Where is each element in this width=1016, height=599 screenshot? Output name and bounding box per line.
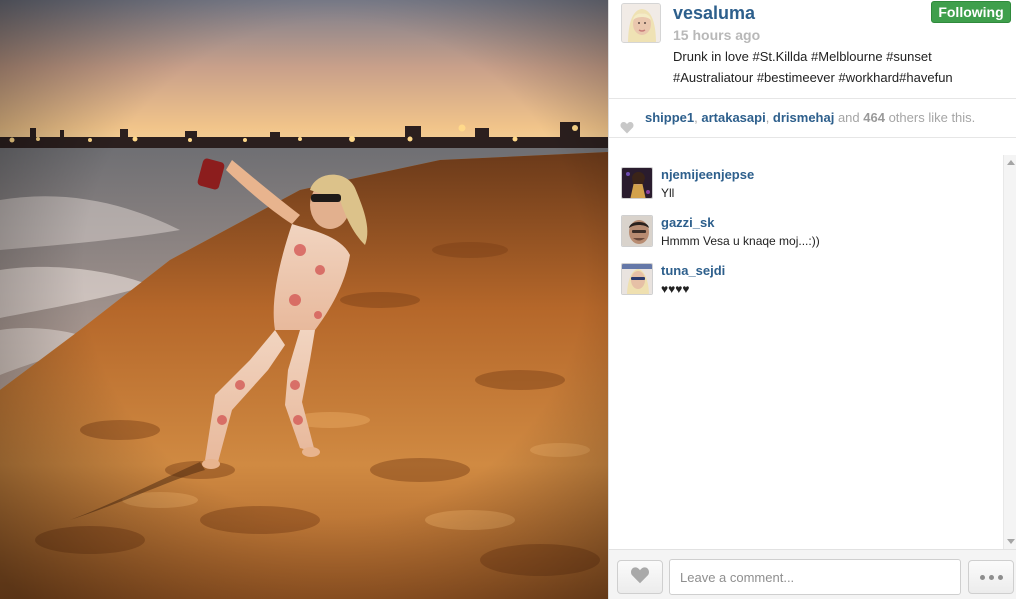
comments-scrollbar[interactable] (1003, 155, 1016, 549)
heart-icon (630, 566, 650, 589)
commenter-username[interactable]: gazzi_sk (661, 215, 714, 230)
commenter-avatar[interactable] (621, 263, 653, 295)
caption-line: Drunk in love #St.Killda #Melblourne #su… (673, 49, 932, 64)
liker-link[interactable]: artakasapi (701, 110, 765, 125)
post-photo[interactable] (0, 0, 608, 599)
post-side-panel: vesaluma 15 hours ago Following Drunk in… (608, 0, 1016, 599)
comment-text: Yll (661, 186, 675, 200)
likes-count[interactable]: 464 (863, 110, 885, 125)
more-options-button[interactable] (968, 560, 1014, 594)
scroll-up-arrow-icon[interactable] (1007, 160, 1015, 165)
comment-text: Hmmm Vesa u knaqe moj...:)) (661, 234, 820, 248)
comment-input[interactable] (669, 559, 961, 595)
caption-line: #Australiatour #bestimeever #workhard#ha… (673, 70, 953, 85)
liker-link[interactable]: drismehaj (773, 110, 834, 125)
commenter-username[interactable]: njemijeenjepse (661, 167, 754, 182)
commenter-avatar[interactable] (621, 167, 653, 199)
liker-separator: , (765, 110, 773, 125)
beach-photo (0, 0, 608, 599)
comments-list: njemijeenjepse Yll gazzi_sk Hmmm Vesa u … (609, 139, 1003, 549)
post-caption: Drunk in love #St.Killda #Melblourne #su… (673, 46, 1009, 88)
like-button[interactable] (617, 560, 663, 594)
liker-link[interactable]: shippe1 (645, 110, 694, 125)
likes-and-text: and (834, 110, 864, 125)
post-timestamp[interactable]: 15 hours ago (673, 27, 760, 43)
scroll-down-arrow-icon[interactable] (1007, 539, 1015, 544)
commenter-username[interactable]: tuna_sejdi (661, 263, 725, 278)
likes-suffix: others like this. (884, 110, 976, 125)
comment-item: njemijeenjepse Yll (621, 167, 991, 207)
ellipsis-icon (979, 574, 1003, 580)
comment-item: gazzi_sk Hmmm Vesa u knaqe moj...:)) (621, 215, 991, 255)
comment-item: tuna_sejdi ♥♥♥♥ (621, 263, 991, 303)
author-username[interactable]: vesaluma (673, 3, 755, 24)
comment-footer (609, 549, 1016, 599)
likes-summary: shippe1, artakasapi, drismehaj and 464 o… (609, 98, 1016, 138)
post-header: vesaluma 15 hours ago Following Drunk in… (609, 0, 1016, 98)
commenter-avatar[interactable] (621, 215, 653, 247)
author-avatar[interactable] (621, 3, 661, 43)
following-button[interactable]: Following (931, 1, 1011, 23)
comment-text: ♥♥♥♥ (661, 282, 690, 296)
